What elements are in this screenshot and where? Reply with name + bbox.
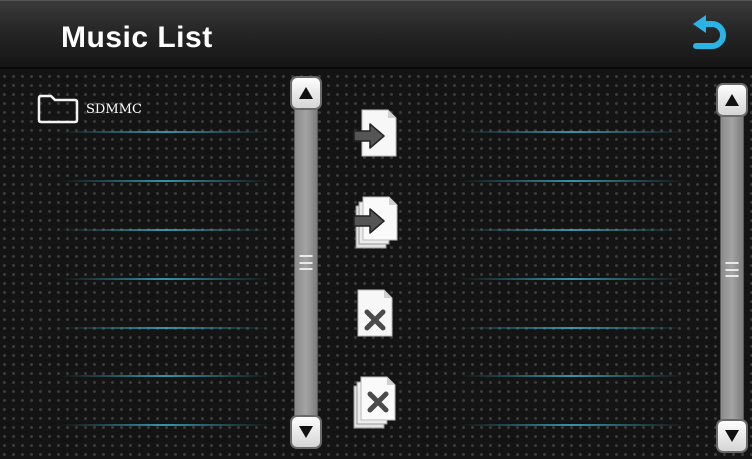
file-x-icon: [357, 289, 393, 337]
scrollbar-track[interactable]: [294, 106, 318, 419]
files-x-icon: [353, 376, 396, 429]
list-row-divider: [460, 278, 685, 280]
scrollbar-grip-icon[interactable]: [299, 255, 313, 270]
list-row-divider: [60, 229, 270, 231]
list-row-divider: [60, 131, 270, 133]
scroll-down-button[interactable]: [716, 419, 748, 453]
copy-file-button[interactable]: [350, 106, 402, 162]
folder-item-sdmmc[interactable]: SDMMC: [36, 93, 142, 125]
file-arrow-icon: [353, 109, 397, 157]
left-scrollbar[interactable]: [290, 76, 322, 449]
list-row-divider: [60, 327, 270, 329]
back-arrow-icon: [693, 15, 726, 49]
scroll-up-button[interactable]: [290, 76, 322, 110]
delete-all-button[interactable]: [350, 372, 402, 429]
list-row-divider: [60, 375, 270, 377]
scroll-down-button[interactable]: [290, 415, 322, 449]
list-row-divider: [460, 327, 685, 329]
folder-icon: [37, 94, 79, 124]
copy-all-button[interactable]: [350, 192, 402, 249]
delete-file-button[interactable]: [350, 286, 402, 342]
list-row-divider: [460, 424, 685, 426]
list-row-divider: [60, 424, 270, 426]
right-scrollbar[interactable]: [716, 83, 748, 453]
list-row-divider: [460, 229, 685, 231]
list-row-divider: [60, 180, 270, 182]
triangle-down-icon: [725, 430, 739, 442]
list-row-divider: [460, 131, 685, 133]
title-bar: Music List: [0, 0, 752, 69]
list-row-divider: [460, 180, 685, 182]
triangle-up-icon: [299, 87, 313, 99]
folder-label: SDMMC: [86, 101, 142, 117]
list-row-divider: [60, 278, 270, 280]
files-arrow-icon: [353, 196, 398, 249]
triangle-down-icon: [299, 426, 313, 438]
page-title: Music List: [61, 21, 213, 54]
back-button[interactable]: [684, 13, 730, 59]
scroll-up-button[interactable]: [716, 83, 748, 117]
list-row-divider: [460, 375, 685, 377]
scrollbar-grip-icon[interactable]: [725, 262, 739, 277]
triangle-up-icon: [725, 94, 739, 106]
scrollbar-track[interactable]: [720, 113, 744, 423]
